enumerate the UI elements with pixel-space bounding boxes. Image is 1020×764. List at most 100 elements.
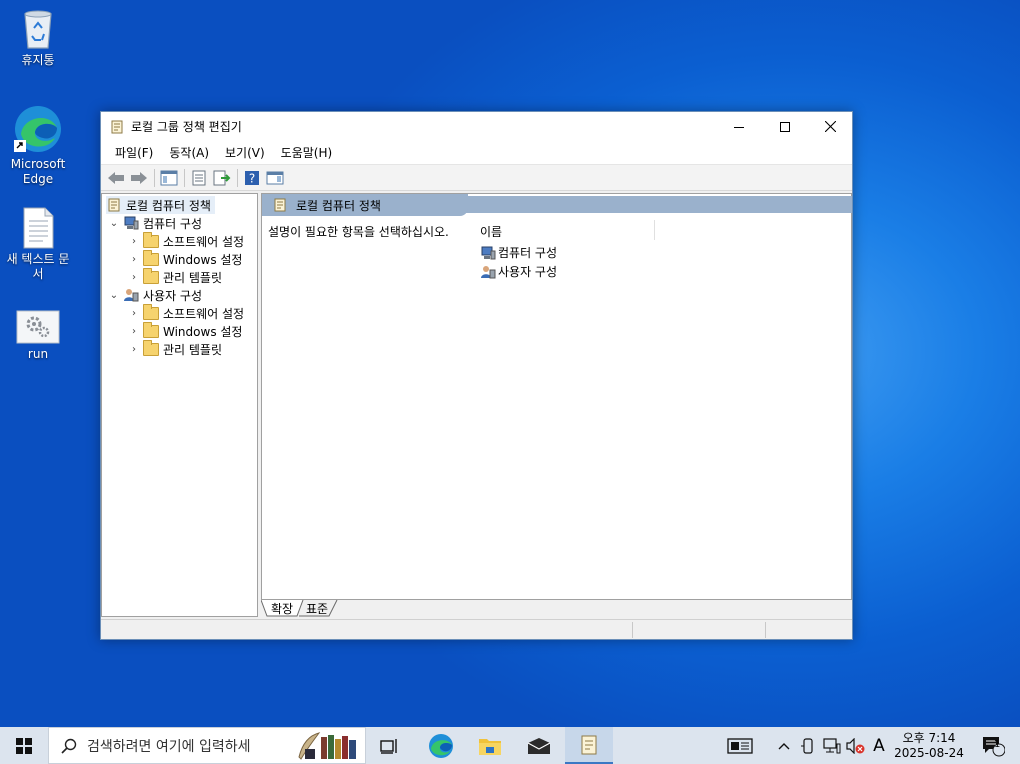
chevron-down-icon[interactable]: ⌄ [108,290,120,301]
news-icon [727,737,753,754]
export-list-button[interactable] [211,168,233,188]
search-icon [61,738,77,754]
edge-icon [429,733,453,758]
properties-button[interactable] [188,168,210,188]
list-item-computer-config[interactable]: 컴퓨터 구성 [480,244,557,261]
volume-button[interactable] [845,727,867,764]
clock[interactable]: 오후 7:14 2025-08-24 [893,727,965,764]
pane-header: 로컬 컴퓨터 정책 [262,194,468,216]
tree-item-label: Windows 설정 [163,324,243,339]
network-icon [823,737,841,753]
desktop-icon-label: 새 텍스트 문서 [6,252,70,281]
menu-bar: 파일(F) 동작(A) 보기(V) 도움말(H) [101,141,852,165]
menu-file[interactable]: 파일(F) [107,144,161,161]
tree-item-admin-templates[interactable]: › 관리 템플릿 [128,339,223,358]
search-placeholder: 검색하려면 여기에 입력하세 [87,738,251,755]
notification-center-button[interactable]: 1 [975,727,1011,764]
edge-icon [13,104,63,154]
back-button[interactable] [105,168,127,188]
back-arrow-icon [108,171,124,184]
chevron-right-icon[interactable]: › [128,254,140,265]
taskbar-gpedit-button[interactable] [565,727,613,764]
svg-text:?: ? [249,171,255,185]
status-divider [632,622,633,638]
tray-device-button[interactable] [798,727,818,764]
computer-config-icon [123,216,139,230]
user-config-icon [123,288,139,302]
help-button[interactable]: ? [241,168,263,188]
minimize-button[interactable] [716,112,762,141]
search-box[interactable]: 검색하려면 여기에 입력하세 [48,727,366,764]
details-pane: 로컬 컴퓨터 정책 설명이 필요한 항목을 선택하십시오. 이름 컴퓨터 구성 … [261,193,852,617]
task-view-button[interactable] [366,727,414,764]
policy-scroll-icon [272,198,288,212]
chevron-right-icon[interactable]: › [128,344,140,355]
properties-icon [192,170,206,185]
taskbar-mail-button[interactable] [515,727,563,764]
network-button[interactable] [821,727,843,764]
forward-button[interactable] [128,168,150,188]
ime-indicator[interactable]: A [869,727,889,764]
tab-standard[interactable]: 표준 [302,600,332,617]
column-divider[interactable] [654,220,655,240]
taskbar-explorer-button[interactable] [466,727,514,764]
title-bar[interactable]: 로컬 그룹 정책 편집기 [101,112,852,141]
chevron-right-icon[interactable]: › [128,326,140,337]
status-divider [765,622,766,638]
show-hide-tree-button[interactable] [158,168,180,188]
minimize-icon [734,126,744,128]
chevron-right-icon[interactable]: › [128,308,140,319]
desktop-icon-run[interactable]: run [3,310,73,362]
folder-icon [143,303,159,320]
menu-action[interactable]: 동작(A) [161,144,217,161]
maximize-button[interactable] [762,112,808,141]
close-button[interactable] [807,112,853,141]
chevron-right-icon[interactable]: › [128,236,140,247]
run-shortcut-icon [16,310,60,344]
task-view-icon [380,738,397,754]
menu-view[interactable]: 보기(V) [217,144,273,161]
desktop-icon-text-document[interactable]: 새 텍스트 문서 [3,207,73,282]
search-highlight-books-icon [297,731,359,764]
tree-item-label: 관리 템플릿 [163,342,223,357]
column-header-name[interactable]: 이름 [480,223,502,240]
clock-time: 오후 7:14 [902,730,956,745]
list-item-label: 사용자 구성 [498,265,558,279]
policy-scroll-icon [106,198,122,212]
list-item-user-config[interactable]: 사용자 구성 [480,263,557,280]
recycle-bin-icon [19,6,57,50]
close-icon [824,121,836,132]
clock-date: 2025-08-24 [894,745,964,760]
start-button[interactable] [0,727,48,764]
volume-muted-icon [846,737,865,754]
desktop-icon-recycle-bin[interactable]: 휴지통 [3,6,73,68]
export-list-icon [213,170,231,185]
news-widget-button[interactable] [722,727,758,764]
chevron-right-icon[interactable]: › [128,272,140,283]
menu-help[interactable]: 도움말(H) [273,144,341,161]
chevron-up-icon [778,742,790,749]
tree-item-software-settings[interactable]: › 소프트웨어 설정 [128,303,244,322]
tree-root[interactable]: 로컬 컴퓨터 정책 [106,196,215,214]
folder-icon [143,231,159,248]
tree-item-software-settings[interactable]: › 소프트웨어 설정 [128,231,245,250]
desktop-icon-edge[interactable]: Microsoft Edge [3,104,73,187]
text-document-icon [21,207,55,249]
folder-icon [143,339,159,356]
tree-computer-config[interactable]: ⌄ 컴퓨터 구성 [108,214,202,232]
tree-item-admin-templates[interactable]: › 관리 템플릿 [128,267,223,286]
description-text: 설명이 필요한 항목을 선택하십시오. [268,225,449,239]
tree-item-label: 소프트웨어 설정 [163,234,245,249]
tab-extended[interactable]: 확장 [267,600,297,617]
tree-item-label: 관리 템플릿 [163,270,223,285]
forward-arrow-icon [131,171,147,184]
show-hide-action-pane-button[interactable] [264,168,286,188]
help-icon: ? [245,170,259,185]
show-hidden-icons-button[interactable] [774,727,794,764]
taskbar-edge-button[interactable] [417,727,465,764]
tree-user-config[interactable]: ⌄ 사용자 구성 [108,286,202,304]
tree-item-windows-settings[interactable]: › Windows 설정 [128,321,243,340]
status-bar [101,619,852,639]
chevron-down-icon[interactable]: ⌄ [108,218,120,229]
tree-item-windows-settings[interactable]: › Windows 설정 [128,249,242,268]
